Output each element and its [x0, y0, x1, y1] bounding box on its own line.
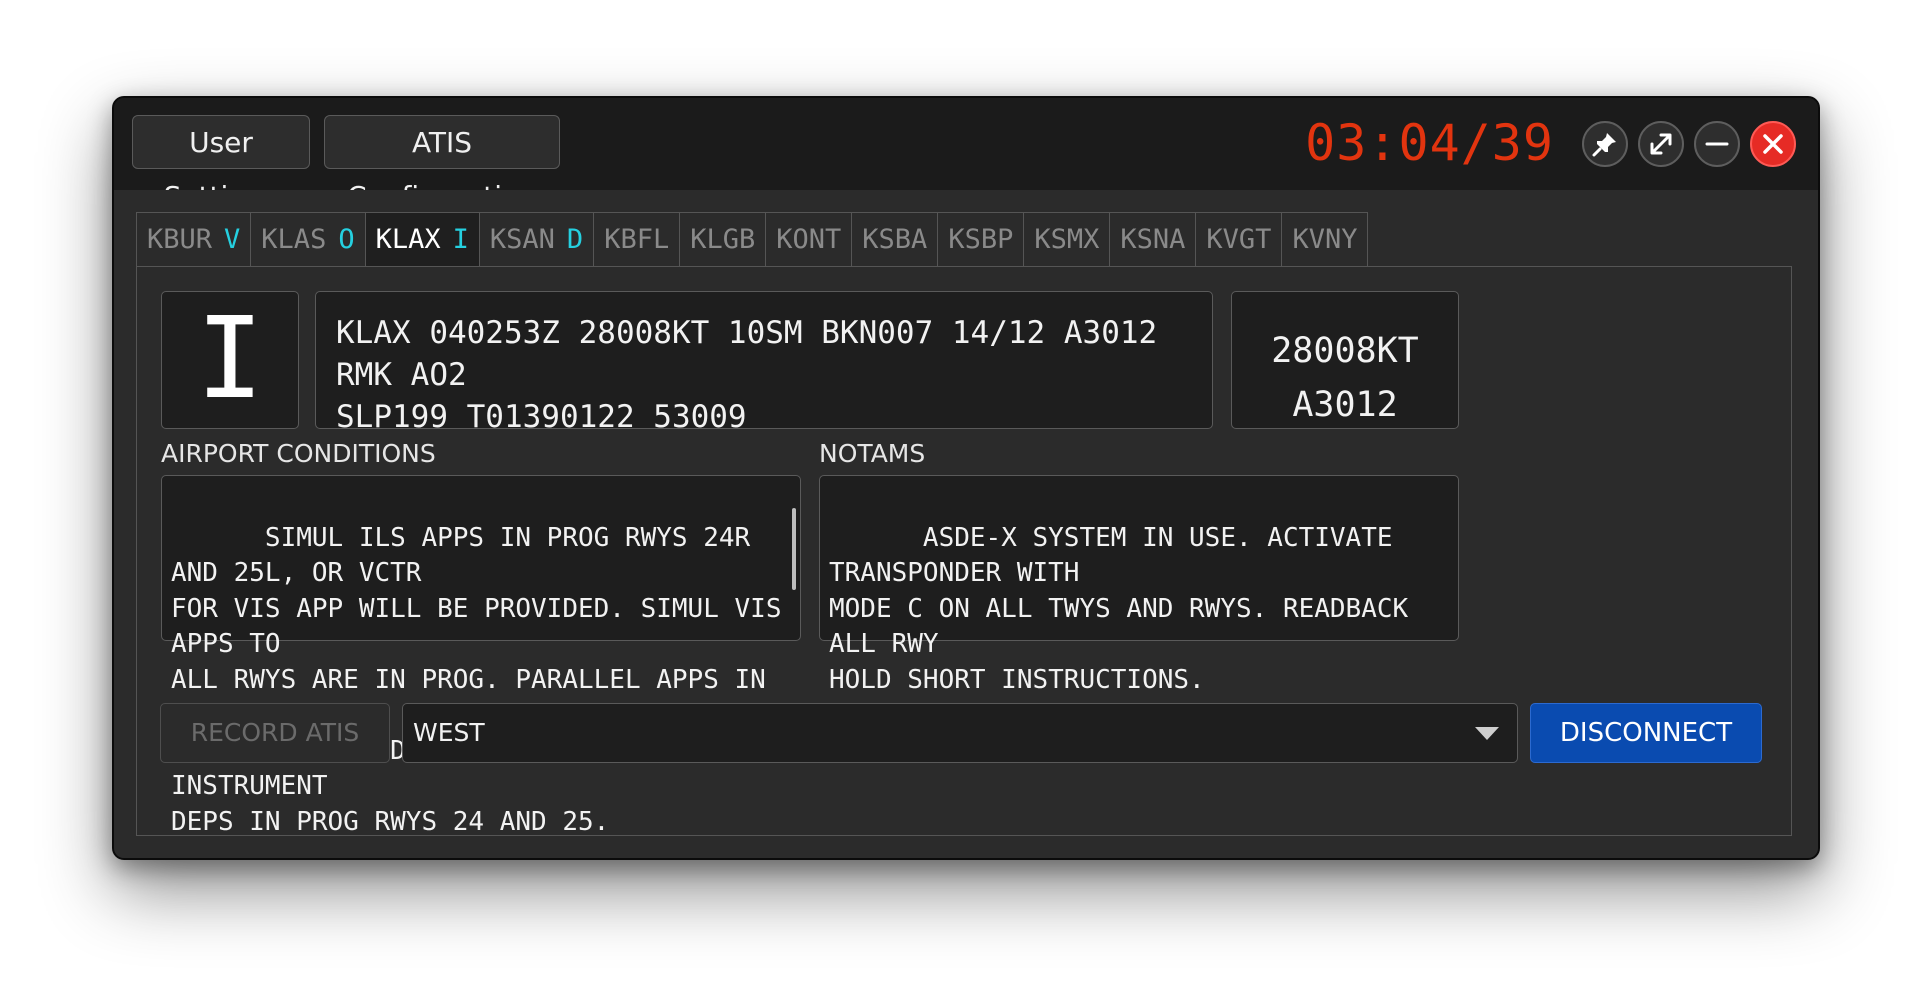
tab-label: KBFL	[604, 224, 670, 255]
tab-label: KVNY	[1292, 224, 1358, 255]
tab-ksan[interactable]: KSAN D	[478, 212, 594, 266]
tab-label: KONT	[776, 224, 842, 255]
tab-kbfl[interactable]: KBFL	[593, 212, 680, 266]
tab-label: KLGB	[690, 224, 756, 255]
pin-button[interactable]	[1582, 121, 1628, 167]
clock: 03:04/39	[1305, 114, 1554, 172]
atis-window: User Settings ATIS Configuration 03:04/3…	[112, 96, 1820, 860]
tab-kvgt[interactable]: KVGT	[1195, 212, 1282, 266]
tab-kvny[interactable]: KVNY	[1281, 212, 1369, 266]
tab-label: KVGT	[1206, 224, 1272, 255]
pin-icon	[1592, 133, 1616, 157]
record-atis-button[interactable]: RECORD ATIS	[160, 703, 390, 763]
chevron-down-icon	[1475, 727, 1499, 740]
tab-atis-letter: D	[566, 224, 584, 255]
tab-klgb[interactable]: KLGB	[679, 212, 766, 266]
tab-label: KSNA	[1120, 224, 1186, 255]
tab-atis-letter: I	[452, 224, 469, 255]
close-button[interactable]	[1750, 121, 1796, 167]
disconnect-button[interactable]: DISCONNECT	[1530, 703, 1762, 763]
tab-klas[interactable]: KLAS O	[250, 212, 365, 266]
expand-button[interactable]	[1638, 121, 1684, 167]
tab-ksmx[interactable]: KSMX	[1023, 212, 1110, 266]
close-icon	[1763, 134, 1783, 154]
airport-tabs: KBUR V KLAS O KLAX I KSAN D KBFL KLGB KONT KSBA KSBP…	[136, 212, 1369, 268]
tab-atis-letter: V	[224, 224, 241, 255]
atis-configuration-button[interactable]: ATIS Configuration	[324, 115, 560, 213]
tab-label: KLAX	[375, 224, 441, 255]
preset-value: WEST	[413, 718, 485, 747]
expand-icon	[1650, 133, 1672, 155]
tab-label: KSBP	[948, 224, 1014, 255]
tab-label: KLAS	[261, 224, 327, 255]
tab-label: KSAN	[489, 224, 555, 255]
tab-atis-letter: O	[338, 224, 355, 255]
tab-ksna[interactable]: KSNA	[1109, 212, 1196, 266]
tab-klax[interactable]: KLAX I	[364, 212, 479, 266]
tab-label: KSMX	[1034, 224, 1100, 255]
tab-kont[interactable]: KONT	[765, 212, 852, 266]
preset-select[interactable]: WEST	[402, 703, 1518, 763]
user-settings-button[interactable]: User Settings	[132, 115, 310, 213]
tab-label: KBUR	[147, 224, 213, 255]
minimize-icon	[1705, 142, 1729, 146]
minimize-button[interactable]	[1694, 121, 1740, 167]
footer-row: RECORD ATIS WEST DISCONNECT	[136, 266, 1792, 836]
tab-label: KSBA	[862, 224, 928, 255]
tab-ksba[interactable]: KSBA	[851, 212, 938, 266]
tab-kbur[interactable]: KBUR V	[136, 212, 251, 266]
tab-ksbp[interactable]: KSBP	[937, 212, 1024, 266]
title-bar: User Settings ATIS Configuration 03:04/3…	[114, 98, 1818, 213]
